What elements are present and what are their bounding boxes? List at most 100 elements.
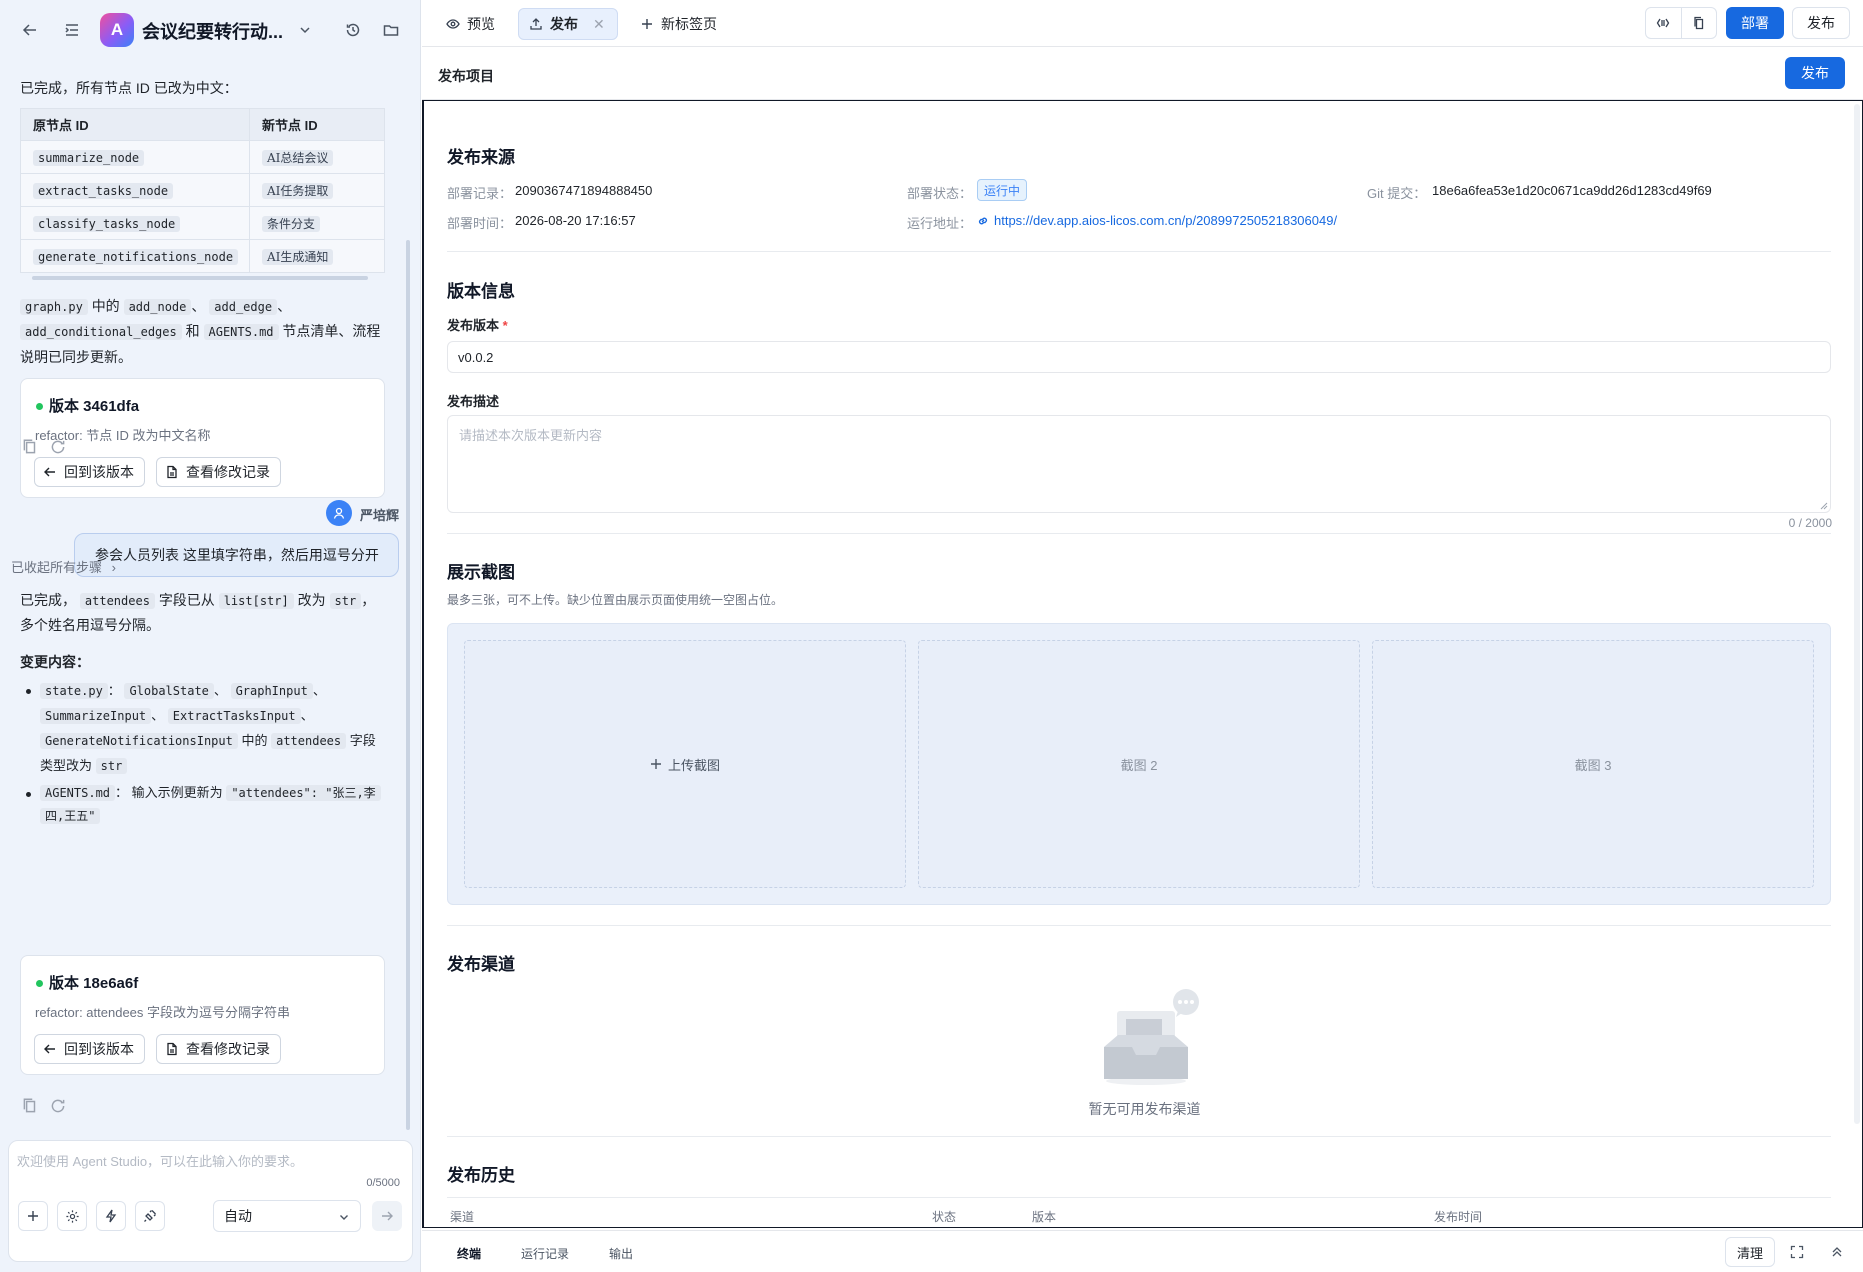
back-arrow-icon[interactable] <box>17 17 43 43</box>
text: 中的 <box>241 733 268 748</box>
screenshots-area: 上传截图 截图 2 截图 3 <box>447 623 1831 905</box>
view-changes-button[interactable]: 查看修改记录 <box>156 1034 281 1064</box>
send-button[interactable] <box>372 1201 402 1231</box>
node-id-table: 原节点 ID 新节点 ID summarize_node AI总结会议 extr… <box>20 108 385 273</box>
bullet-text: 类型改为 str <box>40 755 128 774</box>
screenshot-slot-3[interactable]: 截图 3 <box>1372 640 1814 888</box>
refresh-icon[interactable] <box>49 1097 67 1115</box>
table-cell: classify_tasks_node <box>33 215 181 232</box>
version-description: refactor: attendees 字段改为逗号分隔字符串 <box>35 1005 291 1020</box>
status-badge: 运行中 <box>977 179 1028 201</box>
button-label: 查看修改记录 <box>186 1041 270 1057</box>
divider <box>447 251 1831 252</box>
tab-output[interactable]: 输出 <box>609 1245 633 1262</box>
table-scrollbar[interactable] <box>32 276 368 280</box>
outline-menu-icon[interactable] <box>59 17 85 43</box>
run-url-link[interactable]: https://dev.app.aios-licos.com.cn/p/2089… <box>977 213 1337 228</box>
text: 输入示例更新为 <box>131 785 223 800</box>
form-scrollbar[interactable] <box>1854 104 1860 1124</box>
field-label: Git 提交： <box>1367 186 1427 201</box>
git-commit-value: 18e6a6fea53e1d20c0671ca9dd26d1283cd49f69 <box>1432 183 1712 198</box>
copy-icon[interactable] <box>21 1097 39 1115</box>
inline-code: add_conditional_edges <box>20 324 182 340</box>
code-view-button[interactable] <box>1646 8 1681 38</box>
inline-code: add_node <box>123 299 192 315</box>
mode-select[interactable]: 自动 <box>213 1200 361 1232</box>
tab-publish[interactable]: 发布 ✕ <box>518 8 618 40</box>
view-changes-button[interactable]: 查看修改记录 <box>156 457 281 487</box>
select-value: 自动 <box>224 1208 252 1224</box>
clear-button[interactable]: 清理 <box>1725 1237 1775 1267</box>
table-cell: 条件分支 <box>262 215 321 232</box>
chat-messages[interactable]: 已完成，所有节点 ID 已改为中文： 原节点 ID 新节点 ID summari… <box>0 60 421 1138</box>
inline-code: str <box>95 758 128 774</box>
user-name: 严培辉 <box>360 508 400 523</box>
copy-icon[interactable] <box>21 438 39 456</box>
chat-input[interactable]: 欢迎使用 Agent Studio，可以在此输入你的要求。 <box>17 1151 303 1170</box>
refresh-icon[interactable] <box>49 438 67 456</box>
deploy-button[interactable]: 部署 <box>1726 7 1784 39</box>
bullet-text: AGENTS.md： 输入示例更新为 "attendees": "张三,李 <box>40 782 381 801</box>
version-title: 版本 18e6a6f <box>49 975 139 992</box>
table-header: 原节点 ID <box>20 108 250 141</box>
expand-icon[interactable] <box>1790 1245 1804 1259</box>
chat-panel: A 会议纪要转行动... 已完成，所有节点 ID 已改为中文： 原节点 ID 新… <box>0 0 421 1272</box>
inline-code: state.py <box>40 683 108 699</box>
app-title: 会议纪要转行动... <box>142 22 284 42</box>
version-input[interactable]: v0.0.2 <box>447 341 1831 373</box>
description-textarea[interactable]: 请描述本次版本更新内容 <box>447 415 1831 513</box>
quick-action-button[interactable] <box>96 1201 126 1231</box>
text: 、 <box>191 298 206 314</box>
publish-button[interactable]: 发布 <box>1785 57 1845 89</box>
resize-handle-icon[interactable] <box>1820 502 1828 510</box>
copy-view-button[interactable] <box>1680 8 1717 38</box>
revert-version-button[interactable]: 回到该版本 <box>34 1034 145 1064</box>
column-header: 渠道 <box>450 1210 475 1224</box>
table-cell: generate_notifications_node <box>33 248 239 265</box>
folder-icon[interactable] <box>378 17 404 43</box>
view-toggle <box>1645 7 1717 39</box>
input-value: v0.0.2 <box>458 349 494 365</box>
slot-label: 截图 2 <box>1120 757 1158 773</box>
chevron-down-icon[interactable] <box>292 17 318 43</box>
field-label: 部署记录： <box>447 186 513 201</box>
settings-button[interactable] <box>57 1201 87 1231</box>
user-avatar <box>326 500 352 526</box>
screenshot-slot-2[interactable]: 截图 2 <box>918 640 1360 888</box>
description-count: 0 / 2000 <box>1788 516 1832 530</box>
bullet-text: GenerateNotificationsInput 中的 attendees … <box>40 730 376 749</box>
collapse-up-icon[interactable] <box>1830 1245 1844 1259</box>
inline-code: GlobalState <box>124 683 214 699</box>
attach-button[interactable] <box>18 1201 48 1231</box>
tab-terminal[interactable]: 终端 <box>457 1245 481 1262</box>
tab-new[interactable]: 新标签页 <box>630 8 727 40</box>
assistant-text: 已完成， attendees 字段已从 list[str] 改为 str， <box>20 590 375 610</box>
assistant-text: 多个姓名用逗号分隔。 <box>20 617 160 633</box>
close-icon[interactable]: ✕ <box>593 16 605 33</box>
page-title: 发布项目 <box>438 68 494 84</box>
column-header: 状态 <box>932 1210 957 1224</box>
tab-label: 预览 <box>467 16 495 32</box>
plugin-button[interactable] <box>135 1201 165 1231</box>
collapsed-steps-toggle[interactable]: 已收起所有步骤 › <box>11 557 116 576</box>
upload-screenshot-slot[interactable]: 上传截图 <box>464 640 906 888</box>
eye-icon <box>446 19 460 29</box>
chat-scrollbar[interactable] <box>406 240 410 1130</box>
upload-icon <box>530 18 542 30</box>
chat-header: A 会议纪要转行动... <box>0 0 421 60</box>
field-label: 发布版本 * <box>447 315 508 334</box>
app-avatar: A <box>100 13 134 47</box>
tab-preview[interactable]: 预览 <box>436 8 505 40</box>
button-label: 回到该版本 <box>64 464 134 480</box>
history-icon[interactable] <box>340 17 366 43</box>
inline-code: GenerateNotificationsInput <box>40 733 238 749</box>
revert-version-button[interactable]: 回到该版本 <box>34 457 145 487</box>
tab-label: 新标签页 <box>661 16 717 32</box>
empty-channels-text: 暂无可用发布渠道 <box>1088 1101 1201 1117</box>
inline-code: SummarizeInput <box>40 708 152 724</box>
chat-composer: 欢迎使用 Agent Studio，可以在此输入你的要求。 0/5000 自动 <box>8 1140 413 1262</box>
tab-run-history[interactable]: 运行记录 <box>521 1245 569 1262</box>
publish-top-button[interactable]: 发布 <box>1792 7 1850 39</box>
user-icon <box>333 507 345 519</box>
inline-code: attendees <box>271 733 347 749</box>
